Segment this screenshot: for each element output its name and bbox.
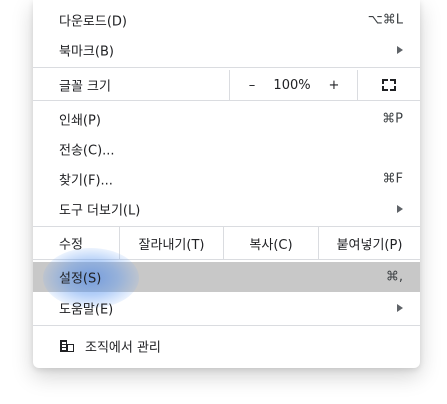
paste-label: 붙여넣기(P) — [336, 237, 403, 253]
zoom-level: 100% — [273, 70, 311, 100]
fullscreen-icon — [382, 79, 396, 91]
separator — [33, 67, 420, 68]
settings-label: 설정(S) — [59, 271, 102, 287]
menu-item-find[interactable]: 찾기(F)... ⌘F — [33, 164, 420, 194]
cut-label: 잘라내기(T) — [138, 237, 205, 253]
print-shortcut: ⌘P — [382, 111, 403, 127]
zoom-label: 글꼴 크기 — [59, 79, 111, 95]
downloads-shortcut: ⌥⌘L — [367, 12, 403, 28]
menu-item-managed[interactable]: 조직에서 관리 — [33, 331, 420, 361]
menu-item-print[interactable]: 인쇄(P) ⌘P — [33, 104, 420, 134]
menu-item-bookmarks[interactable]: 북마크(B) — [33, 35, 420, 65]
cast-label: 전송(C)... — [59, 143, 115, 159]
submenu-arrow-icon — [397, 46, 403, 54]
menu-item-cast[interactable]: 전송(C)... — [33, 134, 420, 164]
find-shortcut: ⌘F — [382, 171, 403, 187]
submenu-arrow-icon — [397, 304, 403, 312]
edit-row: 수정 잘라내기(T) 복사(C) 붙여넣기(P) — [33, 227, 420, 259]
settings-shortcut: ⌘, — [385, 269, 403, 285]
menu-item-more-tools[interactable]: 도구 더보기(L) — [33, 194, 420, 224]
print-label: 인쇄(P) — [59, 113, 101, 129]
separator — [33, 100, 420, 101]
minus-icon: – — [248, 77, 256, 93]
browser-menu: 다운로드(D) ⌥⌘L 북마크(B) 글꼴 크기 – 100% + 인쇄(P) … — [33, 0, 420, 368]
downloads-label: 다운로드(D) — [59, 14, 127, 30]
bookmarks-label: 북마크(B) — [59, 44, 114, 60]
help-label: 도움말(E) — [59, 302, 114, 318]
separator — [33, 259, 420, 260]
edit-label: 수정 — [59, 237, 83, 253]
plus-icon: + — [328, 77, 340, 93]
separator — [33, 325, 420, 326]
cut-button[interactable]: 잘라내기(T) — [120, 227, 223, 259]
menu-item-settings[interactable]: 설정(S) ⌘, — [33, 248, 420, 308]
paste-button[interactable]: 붙여넣기(P) — [319, 227, 420, 259]
zoom-in-button[interactable]: + — [313, 70, 355, 100]
zoom-out-button[interactable]: – — [230, 70, 274, 100]
copy-button[interactable]: 복사(C) — [224, 227, 318, 259]
building-icon — [60, 340, 74, 352]
zoom-level-value: 100% — [273, 77, 311, 93]
zoom-row: 글꼴 크기 – 100% + — [33, 70, 420, 100]
copy-label: 복사(C) — [249, 237, 293, 253]
managed-label: 조직에서 관리 — [85, 340, 161, 356]
menu-item-downloads[interactable]: 다운로드(D) ⌥⌘L — [33, 5, 420, 35]
menu-item-help[interactable]: 도움말(E) — [33, 293, 420, 323]
more-tools-label: 도구 더보기(L) — [59, 203, 141, 219]
submenu-arrow-icon — [397, 205, 403, 213]
find-label: 찾기(F)... — [59, 173, 113, 189]
fullscreen-button[interactable] — [358, 70, 420, 100]
